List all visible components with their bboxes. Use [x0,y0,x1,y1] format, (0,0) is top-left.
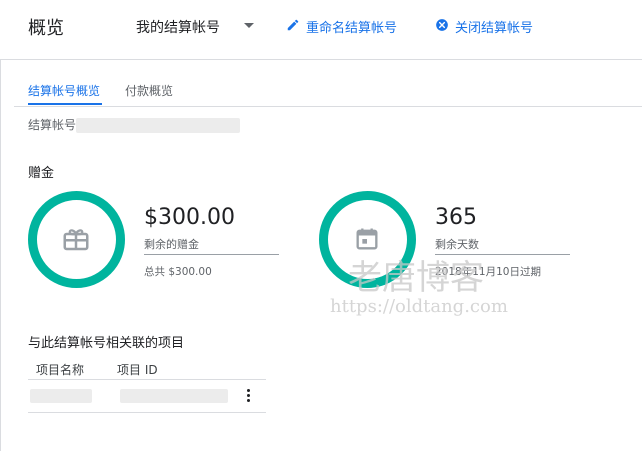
more-vert-icon[interactable] [244,388,252,404]
page-title: 概览 [28,18,64,39]
caret-down-icon[interactable] [244,23,254,28]
tabs-divider [14,106,642,107]
account-select[interactable]: 我的结算帐号 [136,17,220,37]
column-project-name: 项目名称 [36,363,85,377]
table-row-divider [28,412,266,413]
project-id-redacted [120,389,228,403]
credit-divider [144,254,279,255]
close-account-label: 关闭结算帐号 [455,21,534,36]
credits-section-title: 赠金 [28,166,55,181]
days-remaining-value: 365 [435,205,477,230]
table-row[interactable] [28,380,266,412]
remaining-credit-label: 剩余的赠金 [144,238,199,251]
account-id-redacted [76,118,240,133]
total-credit: 总共 $300.00 [144,266,212,278]
edit-pencil-icon [287,19,299,31]
watermark-url: https://oldtang.com [330,296,508,317]
watermark-title: 老唐博客 [348,258,484,298]
calendar-icon [356,228,378,250]
projects-section-title: 与此结算帐号相关联的项目 [28,336,185,351]
project-name-redacted [30,389,92,403]
remaining-credit-value: $300.00 [144,205,235,230]
gift-card-icon [63,229,89,251]
rename-account-label: 重命名结算帐号 [306,21,398,36]
active-tab-indicator [28,103,102,105]
tab-account-overview[interactable]: 结算帐号概览 [28,82,100,99]
column-project-id: 项目 ID [117,363,158,377]
content-left-border [0,60,1,451]
close-circle-icon [436,19,448,31]
account-id-label: 结算帐号 [28,118,77,132]
tab-payment-overview[interactable]: 付款概览 [125,82,173,99]
